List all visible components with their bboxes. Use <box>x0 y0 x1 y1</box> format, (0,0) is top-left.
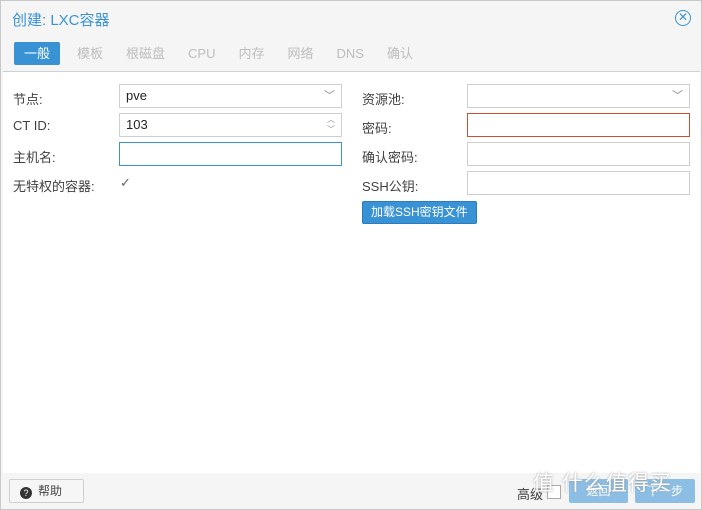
tab-template[interactable]: 模板 <box>67 42 113 65</box>
tab-dns[interactable]: DNS <box>327 42 374 65</box>
help-label: 帮助 <box>38 484 63 498</box>
node-value: pve <box>126 88 147 103</box>
close-icon[interactable]: ✕ <box>675 10 691 26</box>
unprivileged-label: 无特权的容器: <box>13 179 95 194</box>
node-label: 节点: <box>13 92 43 107</box>
unprivileged-checkbox[interactable]: ✓ <box>120 176 134 190</box>
watermark-logo: 值 什么值得买 <box>533 472 672 495</box>
ssh-key-input[interactable] <box>467 171 690 195</box>
confirm-password-label: 确认密码: <box>362 150 418 165</box>
ctid-spinner[interactable]: 103 ︿ ﹀ <box>119 113 342 137</box>
hostname-label: 主机名: <box>13 150 56 165</box>
help-button[interactable]: ? 帮助 <box>9 479 84 503</box>
ssh-key-label: SSH公钥: <box>362 179 419 194</box>
form-panel: 节点: pve ﹀ CT ID: 103 ︿ ﹀ 主机名: 无特权的容器: ✓ 资源池… <box>3 71 700 473</box>
tab-cpu[interactable]: CPU <box>178 42 225 65</box>
tab-root-disk[interactable]: 根磁盘 <box>116 42 175 65</box>
hostname-input[interactable] <box>119 142 342 166</box>
node-select[interactable]: pve ﹀ <box>119 84 342 108</box>
password-label: 密码: <box>362 121 392 136</box>
ctid-label: CT ID: <box>13 118 51 133</box>
chevron-down-icon: ﹀ <box>324 90 335 102</box>
chevron-down-icon: ﹀ <box>672 90 683 102</box>
dialog-title: 创建: LXC容器 <box>12 12 110 29</box>
spinner-arrows-icon[interactable]: ︿ ﹀ <box>327 115 335 135</box>
tab-bar: 一般 模板 根磁盘 CPU 内存 网络 DNS 确认 <box>14 42 426 65</box>
pool-select[interactable]: ﹀ <box>467 84 690 108</box>
ctid-value: 103 <box>126 117 148 132</box>
tab-confirm[interactable]: 确认 <box>377 42 423 65</box>
pool-label: 资源池: <box>362 92 405 107</box>
tab-memory[interactable]: 内存 <box>229 42 275 65</box>
load-ssh-key-button[interactable]: 加载SSH密钥文件 <box>362 201 477 224</box>
confirm-password-input[interactable] <box>467 142 690 166</box>
password-input[interactable] <box>467 113 690 137</box>
tab-general[interactable]: 一般 <box>14 42 61 65</box>
tab-network[interactable]: 网络 <box>278 42 324 65</box>
question-icon: ? <box>20 487 32 499</box>
